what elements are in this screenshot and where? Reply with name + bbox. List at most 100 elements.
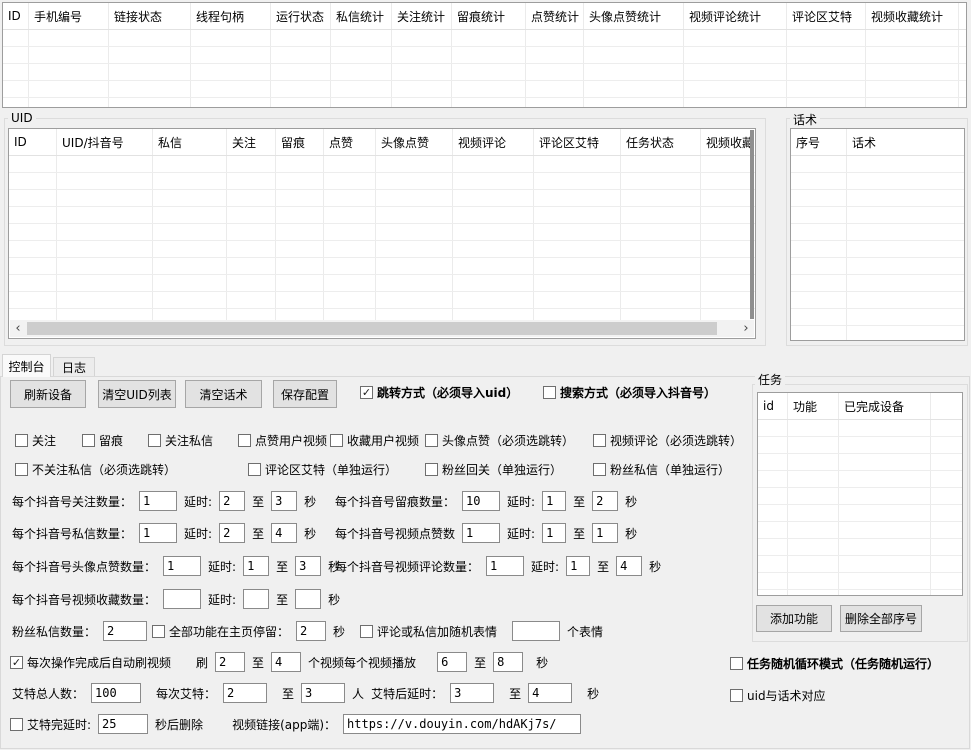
comment-at-checkbox[interactable]: 评论区艾特（单独运行） (248, 461, 397, 478)
device-col-id: ID (3, 3, 28, 29)
at-each-from-input[interactable] (223, 683, 267, 703)
dm-delay-from-input[interactable] (219, 523, 245, 543)
device-col-video-fav-stat: 视频收藏统计 (866, 3, 958, 29)
play-from-input[interactable] (437, 652, 467, 672)
uid-col-trace: 留痕 (276, 129, 323, 155)
uid-table: ID UID/抖音号 私信 关注 留痕 点赞 头像点赞 视频评论 评论区艾特 任… (8, 128, 756, 339)
swipe-to-input[interactable] (271, 652, 301, 672)
play-to-input[interactable] (493, 652, 523, 672)
dm-count-label: 每个抖音号私信数量： (12, 525, 132, 542)
video-comment-checkbox[interactable]: 视频评论（必须选跳转） (593, 432, 742, 449)
clear-script-button[interactable]: 清空话术 (185, 380, 262, 408)
avatar-like-count-label: 每个抖音号头像点赞数量： (12, 558, 156, 575)
at-done-delay-input[interactable] (98, 714, 148, 734)
at-done-suffix: 秒后删除 (155, 716, 203, 733)
like-user-video-checkbox[interactable]: 点赞用户视频 (238, 432, 327, 449)
task-table: id 功能 已完成设备 (757, 392, 963, 596)
scroll-right-icon[interactable]: › (738, 320, 754, 337)
uid-col-uid: UID/抖音号 (57, 129, 152, 155)
video-comment-delay-from-input[interactable] (566, 556, 590, 576)
task-col-function: 功能 (788, 393, 838, 419)
at-delay-to-input[interactable] (528, 683, 572, 703)
avatar-like-count-input[interactable] (163, 556, 201, 576)
task-col-done-devices: 已完成设备 (839, 393, 930, 419)
video-like-count-input[interactable] (462, 523, 500, 543)
fans-dm-count-label: 粉丝私信数量： (12, 623, 96, 640)
task-col-id: id (758, 393, 787, 419)
clear-uid-button[interactable]: 清空UID列表 (98, 380, 176, 408)
device-col-link-status: 链接状态 (109, 3, 190, 29)
follow-count-label: 每个抖音号关注数量： (12, 493, 132, 510)
fans-dm-run-checkbox[interactable]: 粉丝私信（单独运行） (593, 461, 730, 478)
uid-col-comment-at: 评论区艾特 (534, 129, 620, 155)
device-col-avatar-like-stat: 头像点赞统计 (584, 3, 683, 29)
uid-script-map-checkbox[interactable]: uid与话术对应 (730, 687, 826, 704)
emoji-count-input[interactable] (512, 621, 560, 641)
uid-horizontal-scrollbar[interactable]: ‹ › (10, 320, 754, 337)
stay-home-checkbox[interactable]: 全部功能在主页停留： (152, 623, 289, 640)
emoji-checkbox[interactable]: 评论或私信加随机表情 (360, 623, 497, 640)
jump-mode-checkbox[interactable]: ✓ 跳转方式（必须导入uid） (360, 384, 518, 401)
follow-delay-to-input[interactable] (271, 491, 297, 511)
at-each-to-input[interactable] (301, 683, 345, 703)
video-comment-delay-to-input[interactable] (616, 556, 642, 576)
device-col-thread: 线程句柄 (191, 3, 270, 29)
uid-col-video-fav: 视频收藏 (701, 129, 755, 155)
avatar-like-delay-to-input[interactable] (295, 556, 321, 576)
dm-delay-to-input[interactable] (271, 523, 297, 543)
video-like-delay-from-input[interactable] (542, 523, 566, 543)
device-col-video-comment-stat: 视频评论统计 (684, 3, 786, 29)
tab-console[interactable]: 控制台 (2, 354, 51, 377)
script-group-label: 话术 (790, 111, 820, 128)
video-fav-count-input[interactable] (163, 589, 201, 609)
swipe-brush-label: 刷 (196, 654, 208, 671)
at-total-label: 艾特总人数： (12, 685, 84, 702)
uid-col-dm: 私信 (153, 129, 226, 155)
scroll-left-icon[interactable]: ‹ (10, 320, 26, 337)
fans-followback-checkbox[interactable]: 粉丝回关（单独运行） (425, 461, 562, 478)
at-done-delete-checkbox[interactable]: 艾特完延时: (10, 716, 91, 733)
search-mode-checkbox[interactable]: 搜索方式（必须导入抖音号） (543, 384, 716, 401)
uid-vertical-scrollbar[interactable] (750, 130, 754, 319)
device-col-dm-stat: 私信统计 (331, 3, 391, 29)
refresh-devices-button[interactable]: 刷新设备 (10, 380, 86, 408)
follow-delay-from-input[interactable] (219, 491, 245, 511)
video-comment-count-input[interactable] (486, 556, 524, 576)
add-function-button[interactable]: 添加功能 (756, 605, 832, 632)
task-random-mode-checkbox[interactable]: 任务随机循环模式（任务随机运行） (730, 655, 939, 672)
avatar-like-checkbox[interactable]: 头像点赞（必须选跳转） (425, 432, 574, 449)
trace-checkbox[interactable]: 留痕 (82, 432, 123, 449)
device-col-follow-stat: 关注统计 (392, 3, 451, 29)
uid-col-id: ID (9, 129, 56, 155)
video-fav-delay-from-input[interactable] (243, 589, 269, 609)
auto-swipe-checkbox[interactable]: ✓ 每次操作完成后自动刷视频 (10, 654, 171, 671)
no-follow-dm-checkbox[interactable]: 不关注私信（必须选跳转） (15, 461, 176, 478)
fans-dm-count-input[interactable] (103, 621, 147, 641)
follow-checkbox[interactable]: 关注 (15, 432, 56, 449)
trace-delay-from-input[interactable] (542, 491, 566, 511)
device-col-comment-at: 评论区艾特 (787, 3, 865, 29)
delete-all-button[interactable]: 删除全部序号 (840, 605, 922, 632)
device-table: ID 手机编号 链接状态 线程句柄 运行状态 私信统计 关注统计 留痕统计 点赞… (2, 2, 967, 108)
avatar-like-delay-from-input[interactable] (243, 556, 269, 576)
favorite-user-video-checkbox[interactable]: 收藏用户视频 (330, 432, 419, 449)
trace-count-label: 每个抖音号留痕数量： (335, 493, 455, 510)
stay-home-input[interactable] (296, 621, 326, 641)
swipe-from-input[interactable] (215, 652, 245, 672)
at-delay-from-input[interactable] (450, 683, 494, 703)
save-config-button[interactable]: 保存配置 (273, 380, 337, 408)
video-link-input[interactable] (343, 714, 581, 734)
video-fav-count-label: 每个抖音号视频收藏数量： (12, 591, 156, 608)
tab-log[interactable]: 日志 (53, 357, 95, 377)
dm-count-input[interactable] (139, 523, 177, 543)
trace-count-input[interactable] (462, 491, 500, 511)
follow-dm-checkbox[interactable]: 关注私信 (148, 432, 213, 449)
trace-delay-to-input[interactable] (592, 491, 618, 511)
follow-count-input[interactable] (139, 491, 177, 511)
scrollbar-thumb[interactable] (27, 322, 717, 335)
video-like-delay-to-input[interactable] (592, 523, 618, 543)
at-total-input[interactable] (91, 683, 141, 703)
device-col-run-status: 运行状态 (271, 3, 330, 29)
video-fav-delay-to-input[interactable] (295, 589, 321, 609)
task-group-label: 任务 (755, 371, 785, 388)
